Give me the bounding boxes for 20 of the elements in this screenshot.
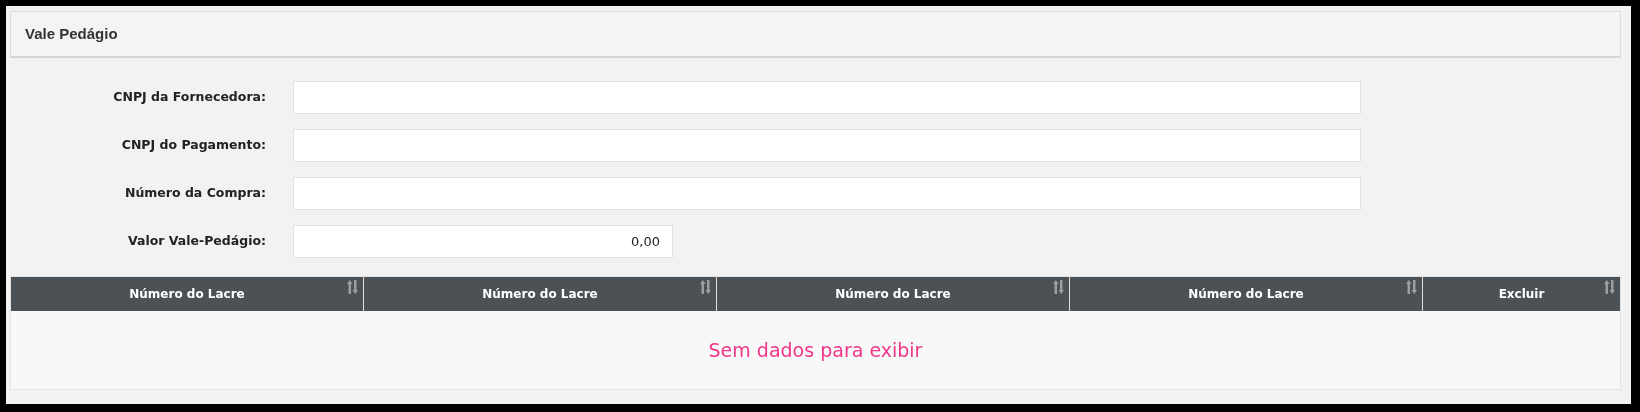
input-field[interactable]	[293, 177, 1361, 210]
empty-message: Sem dados para exibir	[708, 337, 923, 363]
sort-icon[interactable]	[347, 280, 358, 294]
sort-icon[interactable]	[1053, 280, 1064, 294]
column-header[interactable]: Número do Lacre	[717, 277, 1070, 311]
column-header[interactable]: Número do Lacre	[11, 277, 364, 311]
input-field[interactable]	[293, 81, 1361, 114]
field-label: Número da Compra:	[123, 184, 266, 203]
sort-icon[interactable]	[1406, 280, 1417, 294]
panel-title: Vale Pedágio	[25, 23, 118, 44]
field-label: CNPJ da Fornecedora:	[112, 88, 266, 107]
column-header[interactable]: Número do Lacre	[1070, 277, 1423, 311]
input-field[interactable]	[293, 129, 1361, 162]
field-label: CNPJ do Pagamento:	[120, 136, 266, 155]
column-header[interactable]: Número do Lacre	[364, 277, 717, 311]
sort-icon[interactable]	[1604, 280, 1615, 294]
column-header[interactable]: Excluir	[1423, 277, 1620, 311]
input-field[interactable]: 0,00	[293, 225, 673, 258]
field-label: Valor Vale-Pedágio:	[126, 232, 266, 251]
sort-icon[interactable]	[700, 280, 711, 294]
